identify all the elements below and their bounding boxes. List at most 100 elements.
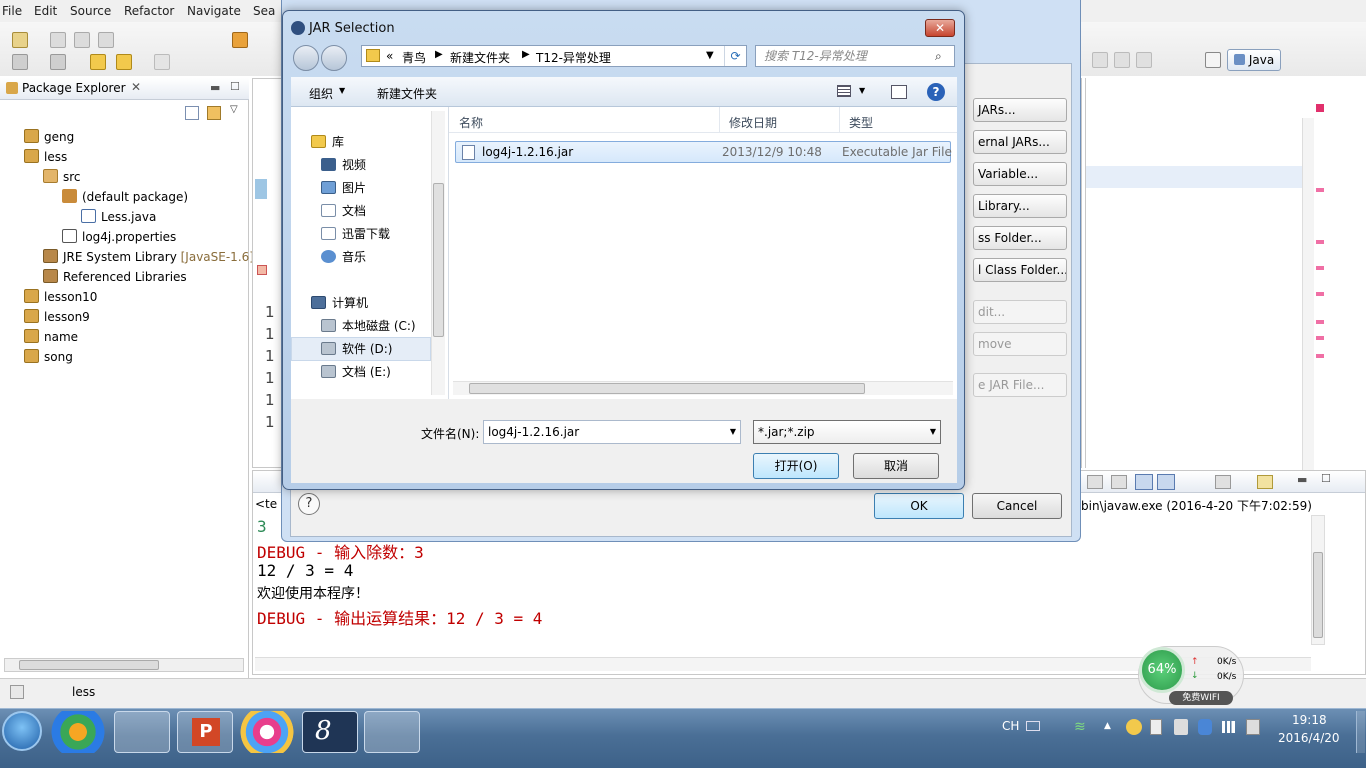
add-library-button[interactable]: Library...	[973, 194, 1067, 218]
preview-pane-icon[interactable]	[891, 85, 907, 99]
open-console-icon[interactable]	[1215, 475, 1231, 489]
wifi-icon[interactable]: ≋	[1074, 719, 1086, 735]
menu-edit[interactable]: Edit	[34, 4, 57, 18]
next-annotation-icon[interactable]	[12, 54, 28, 70]
file-list-scrollbar[interactable]	[453, 381, 953, 395]
paragraph-icon[interactable]	[1136, 52, 1152, 68]
open-perspective-icon[interactable]	[1205, 52, 1221, 68]
pin-icon[interactable]	[1092, 52, 1108, 68]
clock-time[interactable]: 19:18	[1292, 713, 1327, 727]
print-icon[interactable]	[98, 32, 114, 48]
security-shield-icon[interactable]	[1198, 719, 1212, 735]
add-class-folder-button[interactable]: ss Folder...	[973, 226, 1067, 250]
tree-item-jre-library[interactable]: JRE System Library [JavaSE-1.6]	[43, 247, 254, 267]
clock-date[interactable]: 2016/4/20	[1278, 731, 1340, 745]
nav-computer[interactable]: 计算机	[311, 293, 368, 313]
add-variable-button[interactable]: Variable...	[973, 162, 1067, 186]
taskbar-app-icon[interactable]	[50, 711, 106, 753]
tree-item-log4j-properties[interactable]: log4j.properties	[62, 227, 176, 247]
chevron-down-icon[interactable]: ▼	[706, 50, 714, 61]
remove-launch-icon[interactable]	[1087, 475, 1103, 489]
tray-app-icon[interactable]	[1126, 719, 1142, 735]
keyboard-icon[interactable]	[1026, 721, 1040, 731]
nav-drive-d[interactable]: 软件 (D:)	[321, 339, 392, 359]
network-disconnected-icon[interactable]	[1246, 719, 1260, 735]
breadcrumb-overflow[interactable]: «	[386, 49, 393, 63]
back-button[interactable]	[293, 45, 319, 71]
scrollbar-thumb[interactable]	[1313, 552, 1323, 638]
menu-source[interactable]: Source	[70, 4, 111, 18]
column-date[interactable]: 修改日期	[729, 114, 777, 131]
tray-device-icon[interactable]	[1150, 719, 1162, 735]
nav-scrollbar[interactable]	[431, 111, 445, 395]
cancel-button[interactable]: Cancel	[972, 493, 1062, 519]
add-external-class-folder-button[interactable]: l Class Folder...	[973, 258, 1067, 282]
chevron-down-icon[interactable]: ▼	[859, 86, 865, 95]
tree-item-geng[interactable]: geng	[24, 127, 74, 147]
help-icon[interactable]: ?	[298, 493, 320, 515]
show-hidden-icons[interactable]: ▲	[1104, 721, 1111, 731]
migrate-jar-button[interactable]: e JAR File...	[973, 373, 1067, 397]
tree-item-referenced-libraries[interactable]: Referenced Libraries	[43, 267, 187, 287]
nav-drive-c[interactable]: 本地磁盘 (C:)	[321, 316, 416, 336]
menu-file[interactable]: File	[2, 4, 22, 18]
console-vertical-scrollbar[interactable]	[1311, 515, 1325, 645]
help-icon[interactable]: ?	[927, 83, 945, 101]
organize-menu[interactable]: 组织	[309, 85, 333, 102]
display-selected-console-icon[interactable]	[1157, 474, 1175, 490]
new-folder-button[interactable]: 新建文件夹	[377, 85, 437, 102]
signal-icon[interactable]	[1222, 721, 1238, 733]
save-icon[interactable]	[50, 32, 66, 48]
prev-annotation-icon[interactable]	[50, 54, 66, 70]
tree-item-song[interactable]: song	[24, 347, 73, 367]
browser-taskbar-icon[interactable]	[239, 711, 295, 753]
tree-item-less-java[interactable]: Less.java	[81, 207, 156, 227]
horizontal-scrollbar[interactable]	[4, 658, 244, 672]
start-button[interactable]	[2, 711, 42, 751]
breadcrumb-item[interactable]: T12-异常处理	[536, 49, 611, 66]
file-row[interactable]: log4j-1.2.16.jar 2013/12/9 10:48 Executa…	[455, 141, 952, 163]
view-menu-icon[interactable]: ▽	[230, 104, 238, 115]
add-external-jars-button[interactable]: ernal JARs...	[973, 130, 1067, 154]
column-divider[interactable]	[839, 107, 840, 133]
search-input[interactable]: 搜索 T12-异常处理	[755, 45, 955, 67]
close-button[interactable]: ✕	[925, 19, 955, 37]
close-icon[interactable]: ✕	[131, 80, 141, 94]
powerpoint-taskbar-icon[interactable]: P	[177, 711, 233, 753]
explorer-taskbar-icon[interactable]	[114, 711, 170, 753]
column-name[interactable]: 名称	[459, 114, 483, 131]
cancel-button[interactable]: 取消	[853, 453, 939, 479]
nav-drive-e[interactable]: 文档 (E:)	[321, 362, 391, 382]
tree-item-lesson10[interactable]: lesson10	[24, 287, 97, 307]
breadcrumb-item[interactable]: 青鸟	[402, 49, 426, 66]
nav-videos[interactable]: 视频	[321, 155, 366, 175]
volume-muted-icon[interactable]	[1174, 719, 1188, 735]
tree-item-less[interactable]: less	[24, 147, 67, 167]
last-edit-icon[interactable]	[90, 54, 106, 70]
edit-button[interactable]: dit...	[973, 300, 1067, 324]
nav-library[interactable]: 库	[311, 132, 344, 152]
toggle-icon[interactable]	[1114, 52, 1130, 68]
minimize-icon[interactable]: ▬	[210, 81, 220, 94]
nav-pictures[interactable]: 图片	[321, 178, 366, 198]
tree-item-default-package[interactable]: (default package)	[62, 187, 188, 207]
file-type-filter[interactable]: *.jar;*.zip ▼	[753, 420, 941, 444]
open-button[interactable]: 打开(O)	[753, 453, 839, 479]
scrollbar-thumb[interactable]	[469, 383, 865, 394]
new-console-icon[interactable]	[1257, 475, 1273, 489]
vertical-scrollbar[interactable]	[1302, 118, 1314, 478]
run-config-icon[interactable]	[232, 32, 248, 48]
pin-console-icon[interactable]	[1135, 474, 1153, 490]
back-icon[interactable]	[116, 54, 132, 70]
paint-taskbar-icon[interactable]	[364, 711, 420, 753]
nav-music[interactable]: 音乐	[321, 247, 366, 267]
view-options-icon[interactable]	[837, 85, 851, 97]
show-desktop-button[interactable]	[1356, 711, 1365, 753]
column-divider[interactable]	[719, 107, 720, 133]
forward-button[interactable]	[321, 45, 347, 71]
chevron-down-icon[interactable]: ▼	[339, 86, 345, 95]
collapse-all-icon[interactable]	[185, 106, 199, 120]
tree-item-src[interactable]: src	[43, 167, 81, 187]
ok-button[interactable]: OK	[874, 493, 964, 519]
address-bar[interactable]: « 青鸟 ▶ 新建文件夹 ▶ T12-异常处理 ▼ ⟳	[361, 45, 747, 67]
